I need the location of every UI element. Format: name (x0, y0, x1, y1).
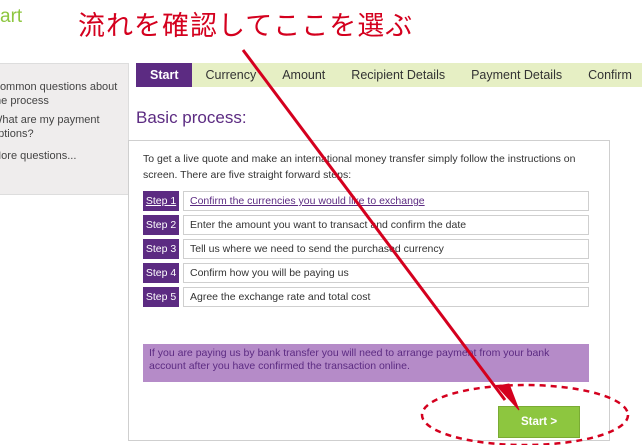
process-panel: To get a live quote and make an internat… (128, 140, 610, 441)
step-label[interactable]: Step 1 (143, 191, 179, 211)
sidebar: Common questions about the process What … (0, 63, 129, 195)
step-row: Step 3 Tell us where we need to send the… (143, 239, 589, 259)
step-row: Step 2 Enter the amount you want to tran… (143, 215, 589, 235)
tab-payment-details[interactable]: Payment Details (458, 63, 575, 87)
step-text: Tell us where we need to send the purcha… (183, 239, 589, 259)
page-title: Basic process: (136, 108, 247, 127)
sidebar-item-common-questions[interactable]: Common questions about the process (0, 80, 120, 108)
step-label: Step 3 (143, 239, 179, 259)
step-label: Step 4 (143, 263, 179, 283)
sidebar-item-label[interactable]: Common questions about the process (0, 81, 117, 107)
sidebar-list: Common questions about the process What … (0, 64, 128, 163)
sidebar-item-payment-options[interactable]: What are my payment options? (0, 113, 120, 141)
steps-list: Step 1 Confirm the currencies you would … (143, 191, 589, 311)
step-text: Agree the exchange rate and total cost (183, 287, 589, 307)
step-text: Confirm how you will be paying us (183, 263, 589, 283)
tab-amount[interactable]: Amount (269, 63, 338, 87)
annotation-title: 流れを確認してここを選ぶ (78, 11, 414, 42)
step-label: Step 5 (143, 287, 179, 307)
step-row[interactable]: Step 1 Confirm the currencies you would … (143, 191, 589, 211)
step-label: Step 2 (143, 215, 179, 235)
bank-transfer-notice: If you are paying us by bank transfer yo… (143, 344, 589, 382)
intro-text: To get a live quote and make an internat… (143, 153, 576, 181)
step-text[interactable]: Confirm the currencies you would like to… (183, 191, 589, 211)
step-text: Enter the amount you want to transact an… (183, 215, 589, 235)
sidebar-item-label[interactable]: What are my payment options? (0, 114, 100, 140)
tab-recipient-details[interactable]: Recipient Details (338, 63, 458, 87)
step-row: Step 5 Agree the exchange rate and total… (143, 287, 589, 307)
tab-currency[interactable]: Currency (192, 63, 269, 87)
step-row: Step 4 Confirm how you will be paying us (143, 263, 589, 283)
start-button[interactable]: Start > (498, 406, 580, 438)
brand-logo-text: art (0, 6, 23, 27)
tab-start[interactable]: Start (136, 63, 193, 87)
sidebar-item-more-questions[interactable]: More questions... (0, 149, 120, 163)
sidebar-item-label[interactable]: More questions... (0, 150, 76, 162)
progress-tabs: Start Currency Amount Recipient Details … (136, 63, 642, 87)
tab-confirm[interactable]: Confirm (575, 63, 642, 87)
